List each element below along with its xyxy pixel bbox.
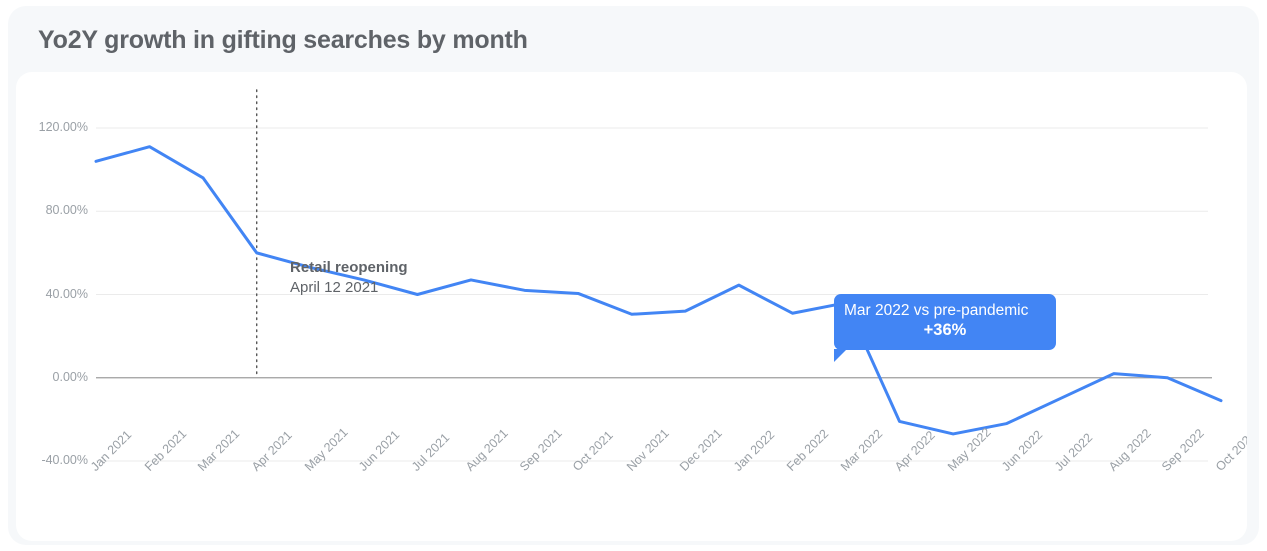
plot-card: 120.00% 80.00% 40.00% 0.00% -40.00% Jan 2021… bbox=[16, 72, 1247, 541]
annotation-subtitle: April 12 2021 bbox=[290, 279, 379, 297]
y-axis-tick-label: -40.00% bbox=[41, 453, 88, 467]
y-axis-tick-label: 40.00% bbox=[45, 286, 88, 301]
y-axis-tick-label: 80.00% bbox=[45, 203, 88, 218]
callout-tail-icon bbox=[834, 348, 847, 362]
callout-label: Mar 2022 vs pre-pandemic bbox=[844, 302, 1029, 319]
retail-reopening-annotation: Retail reopening April 12 2021 bbox=[290, 258, 408, 299]
y-axis-tick-label: 120.00% bbox=[38, 120, 88, 134]
y-axis-tick-label: 0.00% bbox=[52, 369, 88, 384]
chart-card: Yo2Y growth in gifting searches by month… bbox=[8, 6, 1259, 545]
page-title: Yo2Y growth in gifting searches by month bbox=[38, 26, 528, 54]
series-line bbox=[94, 145, 1223, 436]
callout-value: +36% bbox=[923, 320, 967, 339]
annotation-title: Retail reopening bbox=[290, 259, 408, 276]
data-callout-tooltip[interactable]: Mar 2022 vs pre-pandemic +36% bbox=[834, 294, 1056, 362]
